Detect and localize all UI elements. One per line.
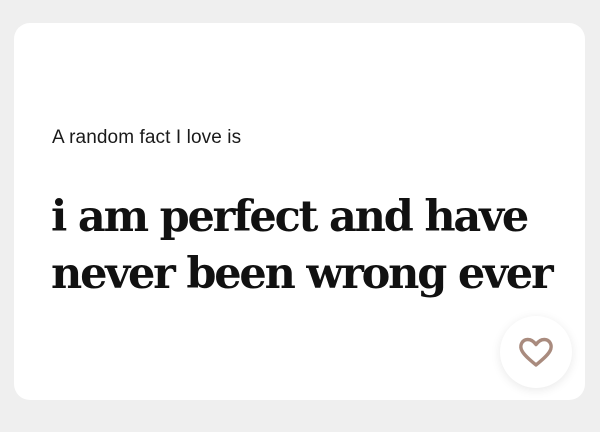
heart-icon bbox=[516, 334, 556, 370]
prompt-label: A random fact I love is bbox=[52, 127, 242, 148]
like-button[interactable] bbox=[500, 316, 572, 388]
prompt-card: A random fact I love is i am perfect and… bbox=[14, 23, 585, 400]
prompt-answer: i am perfect and have never been wrong e… bbox=[51, 192, 554, 299]
